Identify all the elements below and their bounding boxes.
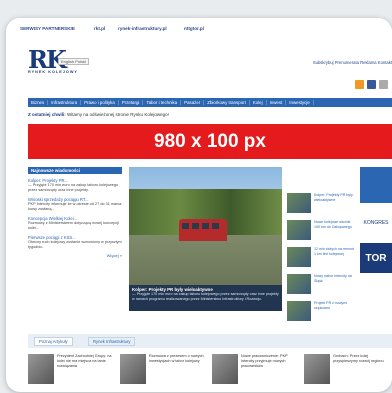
thumbnail-item[interactable]: Kolper: Projekty PR były wieloaktywne [287, 193, 355, 217]
language-links[interactable]: English Polski [56, 58, 89, 65]
thumbnail-image [287, 301, 311, 321]
thumbnail-image [287, 193, 311, 213]
side-ad-top [360, 167, 392, 203]
thumbnail-item[interactable]: 12 mln złotych na remont 1 km linii kole… [287, 247, 355, 271]
thumbnail-list: Kolper: Projekty PR były wieloaktywne No… [287, 193, 355, 328]
browser-frame: SERWISY PARTNERSKIE rkt.pl rynek-infrast… [6, 18, 392, 392]
thumbnail-image [287, 247, 311, 267]
news-thumbnail [212, 354, 238, 384]
latest-news: Najnowsze wiadomości Kolper: Projekty PR… [28, 167, 122, 258]
facebook-icon[interactable] [367, 80, 376, 89]
email-icon[interactable] [379, 80, 388, 89]
bottom-news-item[interactable]: Rozmowa z prezesem o nowych inwestycjach… [120, 348, 208, 392]
train-image [179, 219, 227, 241]
main-nav: Biznes Infrastruktura Prawo i polityka P… [28, 98, 392, 107]
news-item[interactable]: Wnioski sprzedaży pociągu RT... PKP Inte… [28, 197, 122, 212]
social-icons [355, 80, 388, 89]
nav-item[interactable]: Inwest [267, 100, 287, 105]
thumbnail-item[interactable]: Projekt PR z nowymi częściami [287, 301, 355, 325]
tab-articles[interactable]: Poznaj Artykuły [34, 337, 73, 346]
ticker-label: Z ostatniej chwili: [28, 112, 66, 117]
latest-news-heading: Najnowsze wiadomości [28, 167, 122, 174]
news-thumbnail [304, 354, 330, 384]
partner-link-3[interactable]: nttgtor.pl [184, 26, 204, 31]
nav-item[interactable]: Tabor i technika [143, 100, 182, 105]
thumbnail-image [287, 220, 311, 240]
banner-text: 980 x 100 px [154, 130, 266, 152]
news-thumbnail [120, 354, 146, 384]
featured-desc: — Przyjęte 170 mln euro na zakup taboru … [132, 292, 279, 301]
bottom-news: Prezydent Zachodniej Grupy: na kolei nie… [28, 348, 392, 392]
news-ticker[interactable]: Z ostatniej chwili: Witamy na odświeżone… [28, 110, 392, 120]
ticker-text[interactable]: Witamy na odświeżonej stronie Rynku Kole… [67, 112, 169, 117]
thumbnail-item[interactable]: Nowy nabór Intercity na Śląsk [287, 274, 355, 298]
nav-item[interactable]: Biznes [28, 100, 49, 105]
side-ad[interactable]: KONGRES TOR [360, 167, 392, 317]
news-item[interactable]: Koncepcja Wielkiej Kolei... Rozmowy z Mi… [28, 216, 122, 231]
thumbnail-image [287, 274, 311, 294]
article-tabs: Poznaj Artykuły Rynek Infrastruktury [28, 334, 392, 348]
bottom-news-item[interactable]: Prezydent Zachodniej Grupy: na kolei nie… [28, 348, 116, 392]
nav-item[interactable]: Prawo i polityka [81, 100, 119, 105]
partner-link-1[interactable]: rkt.pl [94, 26, 105, 31]
side-ad-tor: TOR [360, 243, 392, 273]
partners-label: SERWISY PARTNERSKIE [20, 26, 75, 31]
nav-item[interactable]: Pasażer [181, 100, 205, 105]
news-item[interactable]: Kolper: Projekty PR... — Przyjęte 170 ml… [28, 178, 122, 193]
featured-article[interactable]: Kolper: Projekty PR były wieloaktywne — … [129, 167, 282, 311]
thumbnail-item[interactable]: Nowe kolejowe odcinki 100 km do Zakopane… [287, 220, 355, 244]
ad-banner[interactable]: 980 x 100 px [28, 124, 392, 159]
partners-bar: SERWISY PARTNERSKIE rkt.pl rynek-infrast… [6, 18, 392, 40]
partner-link-2[interactable]: rynek-infrastruktury.pl [118, 26, 167, 31]
news-thumbnail [28, 354, 54, 384]
tab-infrastructure[interactable]: Rynek Infrastruktury [88, 337, 136, 346]
nav-item[interactable]: Przetargi [119, 100, 144, 105]
nav-item[interactable]: Inwestycje [286, 100, 314, 105]
news-item[interactable]: Pierwsze pociągi z KSS... Obecny ruch ko… [28, 235, 122, 250]
more-link[interactable]: Więcej » [28, 253, 122, 258]
bottom-news-item[interactable]: Nowe pracowniczenie: PKP Intercity przyj… [212, 348, 300, 392]
header-links[interactable]: Subskrybuj Prenumerata Reklama Kontakt [313, 60, 392, 65]
side-ad-logo: KONGRES [360, 203, 392, 243]
rss-icon[interactable] [355, 80, 364, 89]
nav-item[interactable]: Infrastruktura [48, 100, 82, 105]
featured-caption[interactable]: Kolper: Projekty PR były wieloaktywne — … [129, 285, 282, 311]
nav-item[interactable]: Zbiorkowy transport [204, 100, 250, 105]
bottom-news-item[interactable]: Grobach: Przez kolej przyspieszymy rozwó… [304, 348, 392, 392]
nav-item[interactable]: Kolej [250, 100, 267, 105]
